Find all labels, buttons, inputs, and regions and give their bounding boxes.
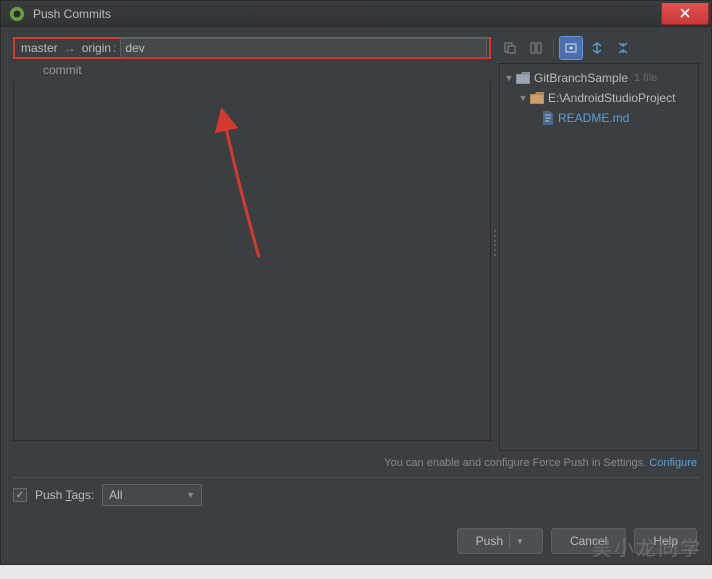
tree-root-meta: 1 file [634, 72, 657, 84]
push-tags-label: Push Tags: [35, 488, 94, 502]
colon: : [113, 41, 116, 55]
tree-path-label: E:\AndroidStudioProject [548, 91, 675, 105]
push-tags-checkbox[interactable]: ✓ [13, 488, 27, 502]
tool-collapse-icon[interactable] [612, 37, 634, 59]
chevron-down-icon: ▼ [186, 490, 195, 500]
chevron-down-icon: ▼ [516, 537, 524, 546]
close-button[interactable] [661, 3, 709, 25]
push-button[interactable]: Push ▼ [457, 528, 543, 554]
configure-link[interactable]: Configure [649, 457, 697, 469]
splitter-handle[interactable] [493, 229, 497, 257]
push-tags-value: All [109, 488, 122, 502]
file-icon [542, 111, 554, 125]
remote-label: origin [82, 41, 111, 55]
expand-arrow-icon[interactable]: ▼ [504, 73, 514, 83]
cancel-button[interactable]: Cancel [551, 528, 626, 554]
help-button[interactable]: Help [634, 528, 697, 554]
push-commits-dialog: Push Commits master → origin : commit [0, 0, 712, 565]
changed-files-tree: ▼ GitBranchSample 1 file ▼ E:\AndroidStu… [499, 63, 699, 451]
tool-expand-icon[interactable] [586, 37, 608, 59]
window-title: Push Commits [33, 7, 661, 21]
diff-toolbar [499, 37, 699, 59]
dialog-buttons: Push ▼ Cancel Help [13, 512, 699, 556]
toolbar-separator [553, 39, 554, 57]
branch-target-row: master → origin : [13, 37, 491, 59]
arrow-icon: → [64, 41, 76, 55]
force-push-hint: You can enable and configure Force Push … [13, 451, 699, 477]
toolbar-separator [509, 534, 510, 548]
push-tags-row: ✓ Push Tags: All ▼ [13, 477, 699, 512]
tree-root-label: GitBranchSample [534, 71, 628, 85]
tool-group-icon[interactable] [560, 37, 582, 59]
commits-panel [13, 81, 491, 441]
tool-copy-icon[interactable] [499, 37, 521, 59]
folder-icon [530, 92, 544, 104]
titlebar[interactable]: Push Commits [1, 1, 711, 27]
annotation-arrow [164, 107, 284, 267]
tree-file-label: README.md [558, 111, 629, 125]
push-tags-select[interactable]: All ▼ [102, 484, 202, 506]
tree-root-row[interactable]: ▼ GitBranchSample 1 file [500, 68, 698, 88]
remote-branch-input[interactable] [120, 38, 487, 58]
tree-path-row[interactable]: ▼ E:\AndroidStudioProject [500, 88, 698, 108]
expand-arrow-icon[interactable]: ▼ [518, 93, 528, 103]
folder-icon [516, 72, 530, 84]
tree-file-row[interactable]: README.md [500, 108, 698, 128]
hint-text: You can enable and configure Force Push … [384, 457, 646, 469]
dialog-content: master → origin : commit [1, 27, 711, 564]
app-icon [9, 6, 25, 22]
local-branch-label: master [21, 41, 58, 55]
commit-list-item[interactable]: commit [13, 59, 491, 77]
tool-diff-icon[interactable] [525, 37, 547, 59]
